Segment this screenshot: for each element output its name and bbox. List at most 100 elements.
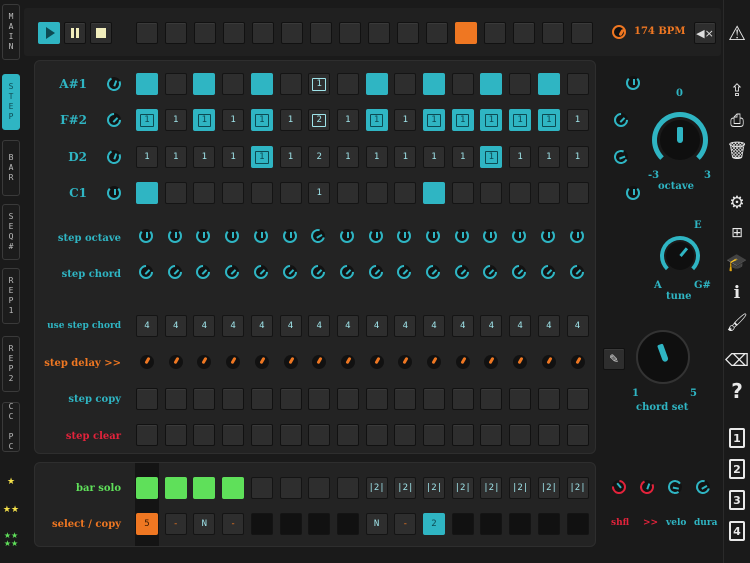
- clipboard-1-icon[interactable]: 1: [729, 428, 745, 448]
- mute-button[interactable]: ◀×: [694, 22, 716, 44]
- bar-solo-cell[interactable]: |2|: [537, 477, 560, 499]
- note-cell[interactable]: [365, 73, 388, 95]
- pause-button[interactable]: [64, 22, 86, 44]
- bar-solo-cell[interactable]: |2|: [365, 477, 388, 499]
- select-copy-cell[interactable]: N: [193, 513, 216, 535]
- stop-button[interactable]: [90, 22, 112, 44]
- step-octave-knob[interactable]: [540, 229, 555, 243]
- note-cell[interactable]: [250, 73, 273, 95]
- shuffle-knob[interactable]: [609, 477, 629, 497]
- save-icon[interactable]: ⎙: [726, 110, 748, 132]
- step-copy-button[interactable]: [336, 388, 359, 410]
- note-cell[interactable]: 1: [164, 146, 187, 168]
- step-delay-knob[interactable]: [427, 355, 441, 369]
- octave-mini-knob-2[interactable]: [611, 110, 631, 130]
- bar-solo-cell[interactable]: |2|: [394, 477, 417, 499]
- note-cell[interactable]: 1: [222, 109, 245, 131]
- use-step-chord-cell[interactable]: 4: [480, 315, 503, 337]
- step-octave-knob[interactable]: [308, 226, 328, 246]
- step-delay-knob[interactable]: [541, 355, 556, 369]
- bar-solo-cell[interactable]: |2|: [480, 477, 503, 499]
- use-step-chord-cell[interactable]: 4: [193, 315, 216, 337]
- step-clear-button[interactable]: [222, 424, 245, 446]
- note-cell[interactable]: 2: [308, 109, 331, 131]
- step-chord-knob[interactable]: [164, 262, 185, 282]
- settings-icon[interactable]: ⚙: [726, 192, 748, 214]
- note-cell[interactable]: [336, 73, 359, 95]
- note-cell[interactable]: 1: [423, 146, 445, 168]
- step-copy-button[interactable]: [279, 388, 302, 410]
- step-octave-knob[interactable]: [454, 229, 469, 243]
- two-stars-icon[interactable]: ★★: [2, 506, 20, 515]
- note-cell[interactable]: [336, 182, 359, 204]
- select-copy-cell[interactable]: [537, 513, 560, 535]
- step-delay-knob[interactable]: [455, 355, 470, 369]
- note-cell[interactable]: [423, 73, 445, 95]
- note-cell[interactable]: 1: [250, 109, 273, 131]
- note-cell[interactable]: 1: [336, 146, 359, 168]
- use-step-chord-cell[interactable]: 4: [423, 315, 445, 337]
- step-delay-knob[interactable]: [369, 355, 384, 369]
- note-cell[interactable]: [222, 182, 245, 204]
- step-clear-button[interactable]: [308, 424, 331, 446]
- note-cell[interactable]: [136, 182, 158, 204]
- note-cell[interactable]: 1: [537, 146, 560, 168]
- step-copy-button[interactable]: [451, 388, 474, 410]
- note-cell[interactable]: [509, 73, 532, 95]
- use-step-chord-cell[interactable]: 4: [537, 315, 560, 337]
- use-step-chord-cell[interactable]: 4: [566, 315, 589, 337]
- bar-solo-cell[interactable]: [308, 477, 331, 499]
- trash-icon[interactable]: 🗑: [726, 140, 748, 162]
- step-delay-knob[interactable]: [398, 355, 413, 369]
- select-copy-cell[interactable]: [250, 513, 273, 535]
- step-copy-button[interactable]: [308, 388, 331, 410]
- step-clear-button[interactable]: [509, 424, 532, 446]
- step-chord-knob[interactable]: [394, 262, 415, 282]
- note-cell[interactable]: 1: [250, 146, 273, 168]
- note-cell[interactable]: [193, 73, 216, 95]
- note-cell[interactable]: [423, 182, 445, 204]
- step-delay-knob[interactable]: [226, 355, 241, 369]
- note-cell[interactable]: 1: [423, 109, 445, 131]
- step-delay-knob[interactable]: [283, 355, 298, 369]
- step-octave-knob[interactable]: [569, 229, 584, 243]
- note-cell[interactable]: 1: [394, 146, 417, 168]
- note-cell[interactable]: [566, 182, 589, 204]
- tempo-knob[interactable]: [612, 25, 626, 39]
- note-cell[interactable]: 1: [365, 146, 388, 168]
- velocity-knob[interactable]: [666, 478, 684, 496]
- step-copy-button[interactable]: [193, 388, 216, 410]
- note-cell[interactable]: [164, 182, 187, 204]
- step-delay-knob[interactable]: [340, 355, 355, 369]
- step-octave-knob[interactable]: [339, 229, 354, 243]
- tune-knob[interactable]: [666, 242, 694, 270]
- step-octave-knob[interactable]: [225, 229, 240, 243]
- step-copy-button[interactable]: [250, 388, 273, 410]
- bar-solo-cell[interactable]: [222, 477, 245, 499]
- note-cell[interactable]: [250, 182, 273, 204]
- side-tab-3[interactable]: S E Q #: [2, 204, 20, 260]
- note-cell[interactable]: [394, 182, 417, 204]
- use-step-chord-cell[interactable]: 4: [250, 315, 273, 337]
- step-chord-knob[interactable]: [336, 262, 357, 282]
- step-octave-knob[interactable]: [512, 229, 527, 243]
- note-cell[interactable]: [279, 73, 302, 95]
- step-chord-knob[interactable]: [279, 262, 300, 282]
- use-step-chord-cell[interactable]: 4: [394, 315, 417, 337]
- note-cell[interactable]: [537, 73, 560, 95]
- note-cell[interactable]: 1: [537, 109, 560, 131]
- note-cell[interactable]: 1: [365, 109, 388, 131]
- note-cell[interactable]: 1: [509, 146, 532, 168]
- step-delay-knob[interactable]: [312, 355, 327, 369]
- step-octave-knob[interactable]: [282, 229, 297, 243]
- select-copy-cell[interactable]: -: [164, 513, 187, 535]
- info-icon[interactable]: i: [726, 282, 748, 304]
- note-cell[interactable]: [451, 73, 474, 95]
- step-octave-knob[interactable]: [139, 229, 153, 243]
- side-tab-2[interactable]: B A R: [2, 140, 20, 196]
- step-clear-button[interactable]: [164, 424, 187, 446]
- step-clear-button[interactable]: [250, 424, 273, 446]
- use-step-chord-cell[interactable]: 4: [164, 315, 187, 337]
- side-tab-1[interactable]: S T E P: [2, 74, 20, 130]
- note-cell[interactable]: 1: [480, 146, 503, 168]
